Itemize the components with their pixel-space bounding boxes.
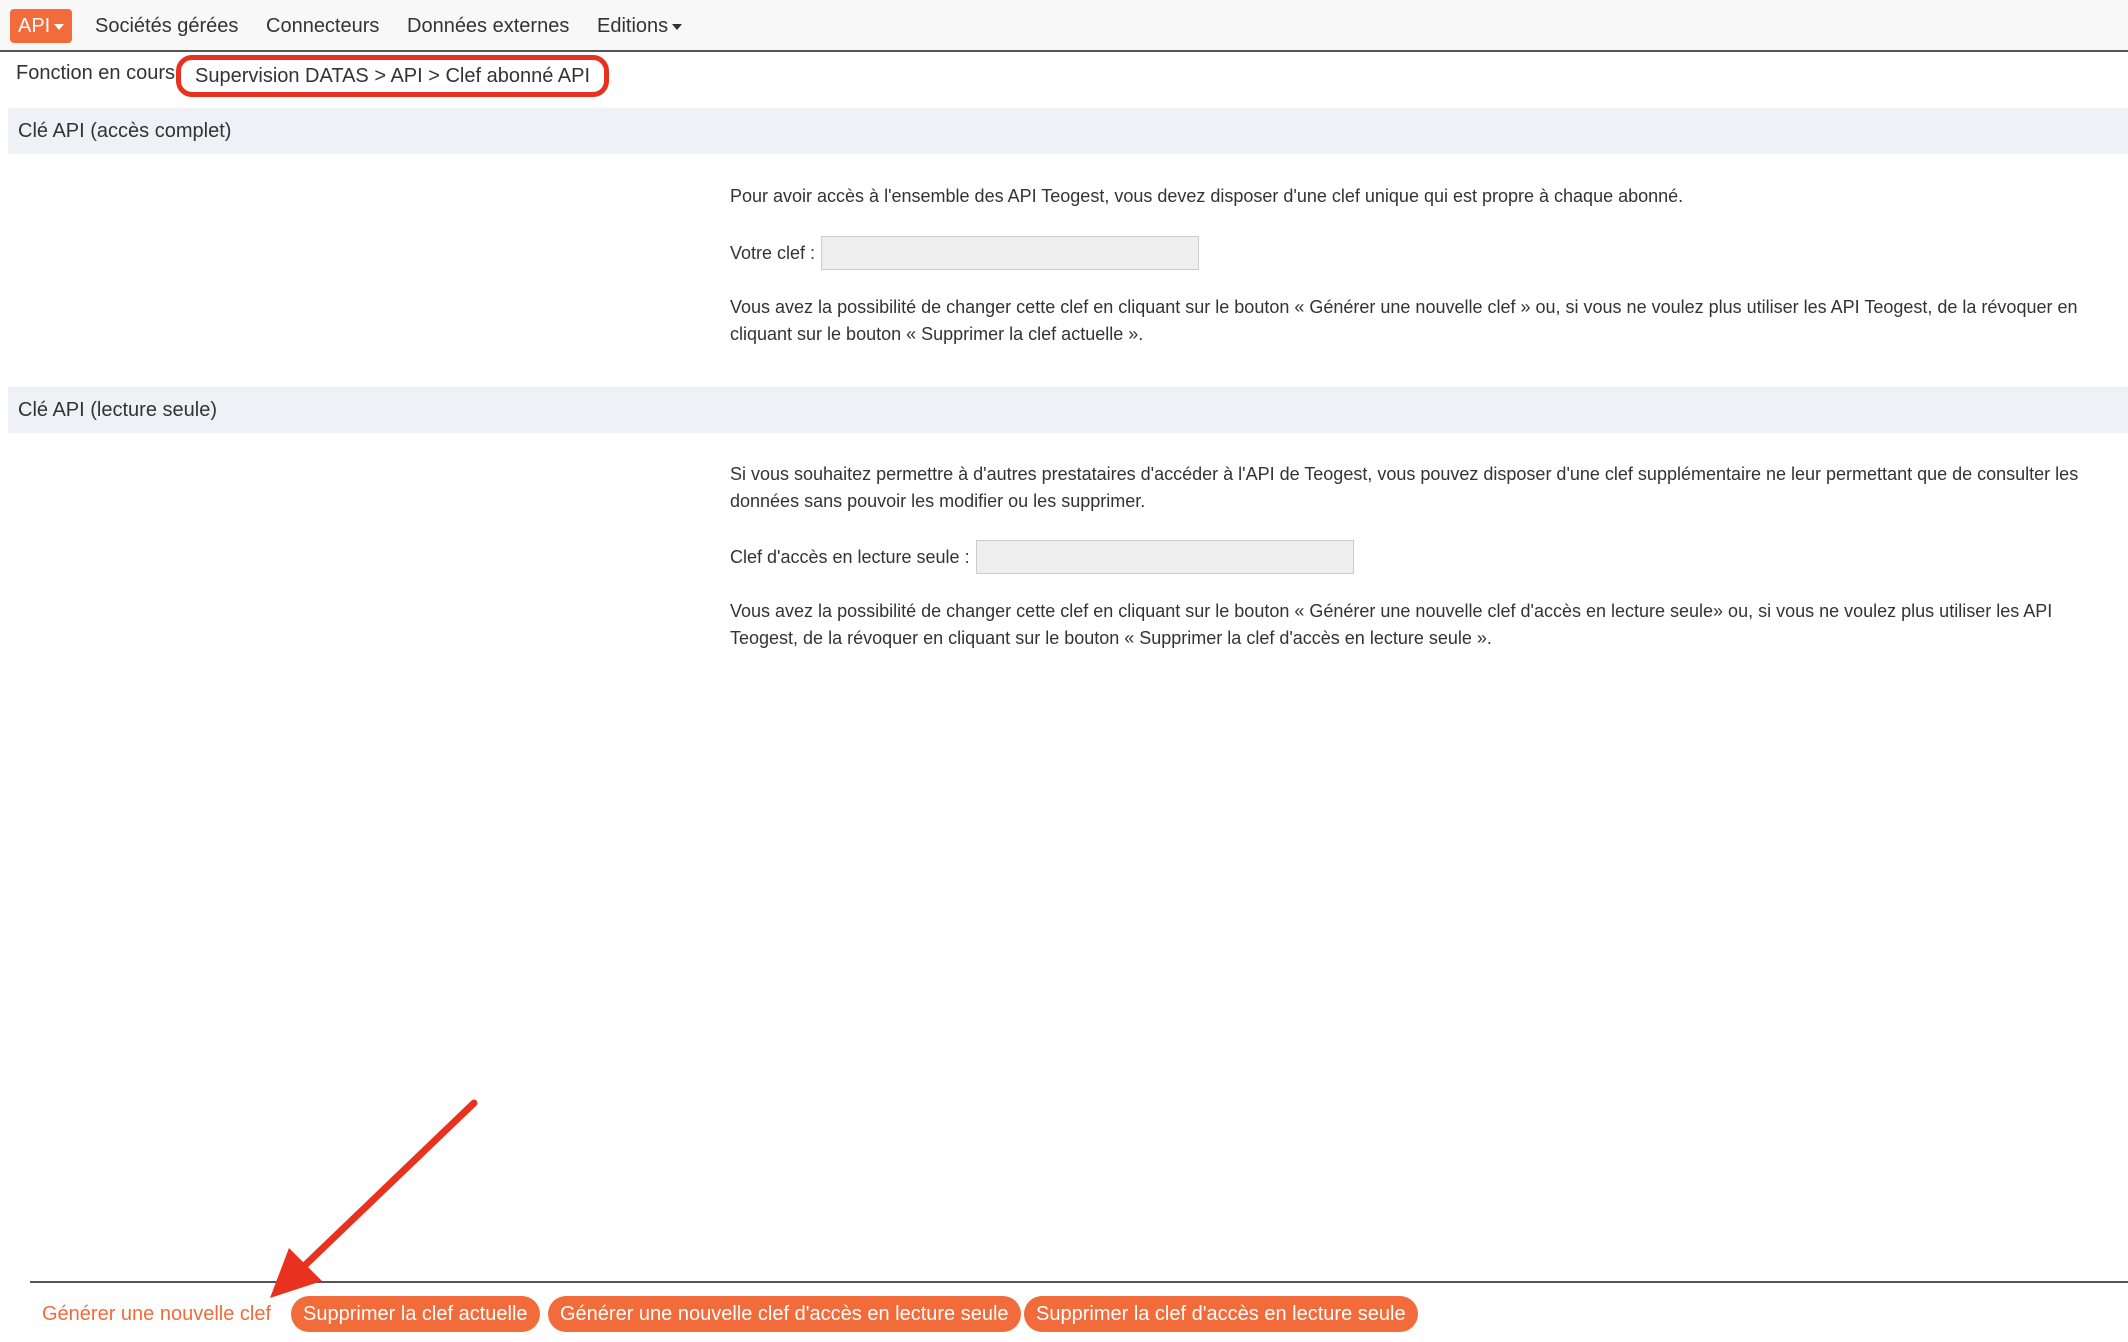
read-only-key-row: Clef d'accès en lecture seule : (730, 540, 1354, 574)
delete-readonly-key-button[interactable]: Supprimer la clef d'accès en lecture seu… (1024, 1296, 1418, 1332)
read-only-key-field[interactable] (975, 540, 1354, 574)
breadcrumb-path-highlighted: Supervision DATAS > API > Clef abonné AP… (176, 55, 610, 97)
nav-item-donnees-externes[interactable]: Données externes (407, 9, 569, 43)
delete-current-key-button[interactable]: Supprimer la clef actuelle (291, 1296, 540, 1332)
generate-new-key-button[interactable]: Générer une nouvelle clef (42, 1296, 271, 1332)
full-access-key-row: Votre clef : (730, 236, 1200, 270)
nav-item-label: Editions (597, 15, 669, 37)
nav-item-api[interactable]: API (10, 9, 73, 43)
section-header-full-access: Clé API (accès complet) (8, 108, 2128, 154)
nav-item-editions[interactable]: Editions (597, 9, 683, 43)
nav-item-label: Connecteurs (266, 15, 380, 37)
nav-item-label: API (18, 15, 51, 37)
nav-item-label: Sociétés gérées (95, 15, 239, 37)
nav-item-connecteurs[interactable]: Connecteurs (266, 9, 379, 43)
nav-item-societes-gerees[interactable]: Sociétés gérées (95, 9, 238, 43)
full-access-intro-text: Pour avoir accès à l'ensemble des API Te… (730, 186, 1684, 206)
footer-divider (30, 1281, 2128, 1283)
read-only-intro-text: Si vous souhaitez permettre à d'autres p… (730, 464, 2079, 511)
generate-readonly-key-button[interactable]: Générer une nouvelle clef d'accès en lec… (548, 1296, 1021, 1332)
read-only-key-label: Clef d'accès en lecture seule : (730, 547, 970, 567)
nav-item-label: Données externes (407, 15, 570, 37)
caret-down-icon (54, 23, 65, 30)
full-access-note-text: Vous avez la possibilité de changer cett… (730, 297, 2078, 344)
section-header-read-only: Clé API (lecture seule) (8, 387, 2128, 433)
breadcrumb-label: Fonction en cours (16, 62, 175, 84)
read-only-note-text: Vous avez la possibilité de changer cett… (730, 601, 2053, 648)
top-navbar: API Sociétés gérées Connecteurs Données … (0, 0, 2128, 52)
full-access-key-field[interactable] (821, 236, 1200, 270)
full-access-key-label: Votre clef : (730, 243, 816, 263)
caret-down-icon (672, 23, 683, 30)
